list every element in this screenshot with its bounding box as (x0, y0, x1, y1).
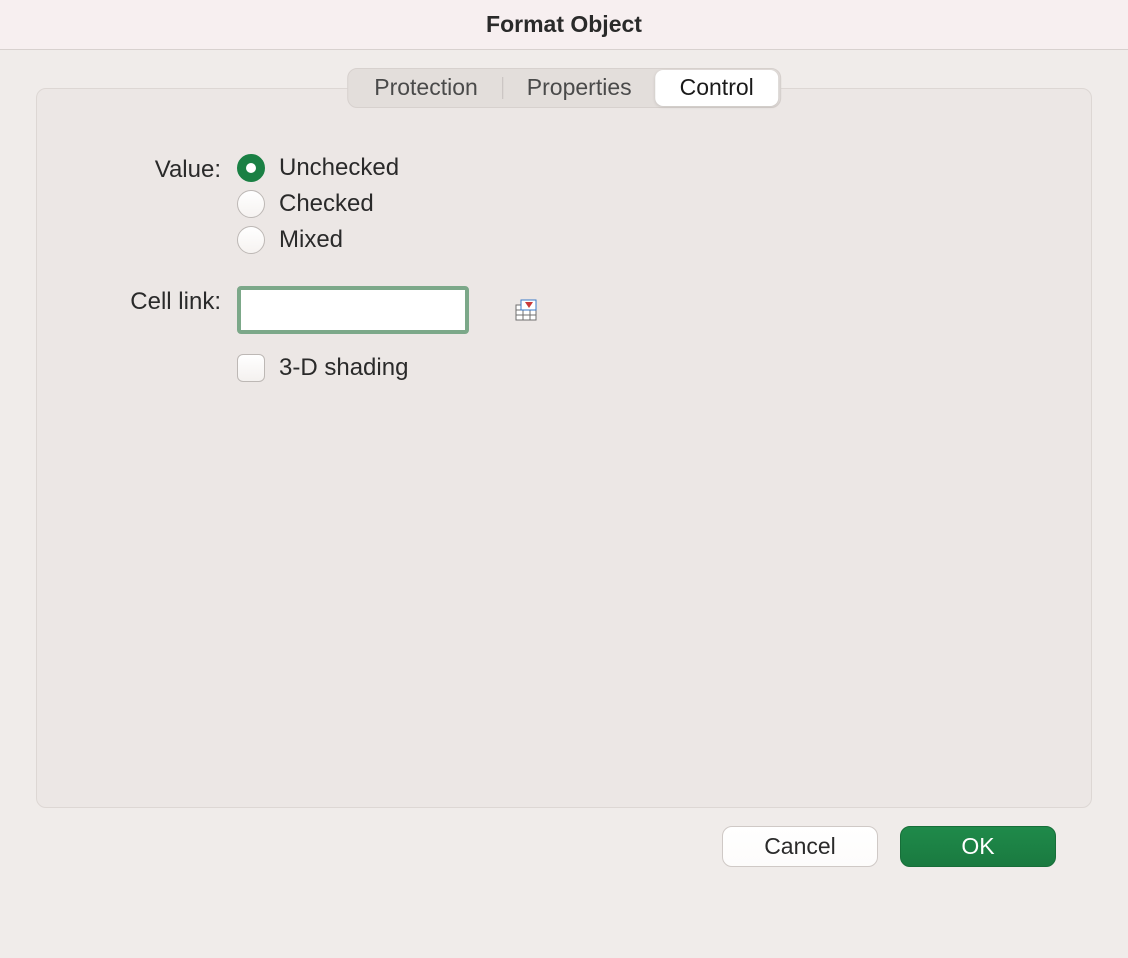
cell-reference-picker-button[interactable] (512, 296, 540, 324)
radio-indicator-icon (237, 154, 265, 182)
radio-dot-icon (246, 163, 256, 173)
spreadsheet-picker-icon (515, 299, 537, 321)
checkbox-box-icon (237, 354, 265, 382)
cell-link-row: Cell link: (87, 286, 1041, 334)
shading-checkbox[interactable]: 3-D shading (237, 354, 408, 382)
shading-row: 3-D shading (87, 354, 1041, 382)
cell-link-input[interactable] (247, 292, 512, 328)
dialog-body: Protection Properties Control Value: Unc… (0, 50, 1128, 887)
panel-content: Value: Unchecked Checked Mixed (37, 89, 1091, 420)
value-row: Value: Unchecked Checked Mixed (87, 154, 1041, 254)
cancel-button[interactable]: Cancel (722, 826, 878, 867)
radio-mixed-label: Mixed (279, 226, 343, 254)
radio-unchecked-label: Unchecked (279, 154, 399, 182)
radio-unchecked[interactable]: Unchecked (237, 154, 399, 182)
tab-properties[interactable]: Properties (503, 70, 656, 106)
button-bar: Cancel OK (36, 808, 1092, 867)
radio-mixed[interactable]: Mixed (237, 226, 399, 254)
cell-link-label: Cell link: (87, 286, 237, 316)
cell-link-input-wrap (237, 286, 469, 334)
radio-indicator-icon (237, 190, 265, 218)
value-label: Value: (87, 154, 237, 184)
tab-control[interactable]: Control (656, 70, 778, 106)
dialog-title: Format Object (486, 11, 642, 38)
tab-protection[interactable]: Protection (350, 70, 502, 106)
value-radio-group: Unchecked Checked Mixed (237, 154, 399, 254)
radio-checked[interactable]: Checked (237, 190, 399, 218)
dialog-header: Format Object (0, 0, 1128, 50)
tab-bar: Protection Properties Control (347, 68, 781, 108)
content-panel: Protection Properties Control Value: Unc… (36, 88, 1092, 808)
radio-indicator-icon (237, 226, 265, 254)
shading-label: 3-D shading (279, 354, 408, 382)
radio-checked-label: Checked (279, 190, 374, 218)
shading-spacer (87, 354, 237, 356)
ok-button[interactable]: OK (900, 826, 1056, 867)
